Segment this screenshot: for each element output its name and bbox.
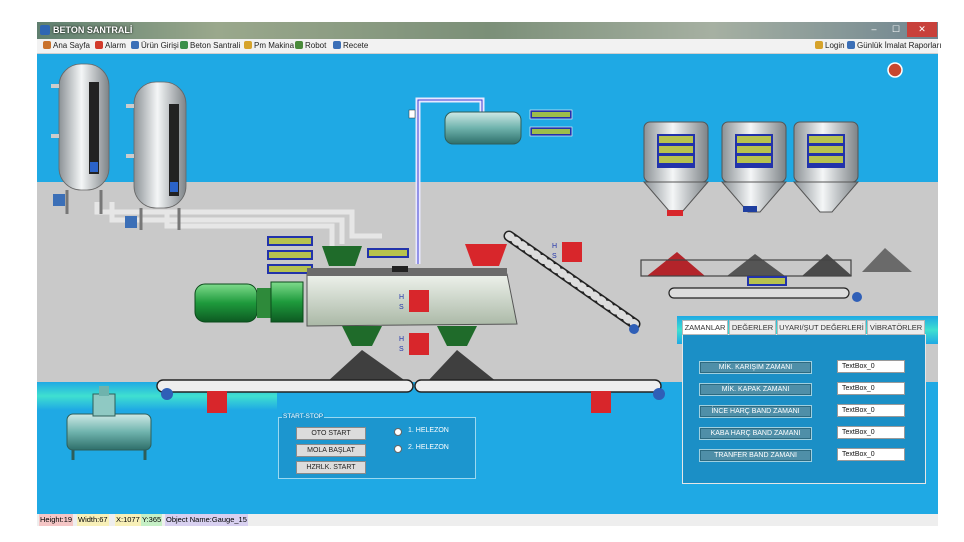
menu-item-robot[interactable]: Robot — [295, 41, 326, 50]
menu-item-urun-girisi[interactable]: Ürün Girişi — [131, 41, 179, 50]
tranfer-band-zamani-field[interactable]: TextBox_0 — [837, 448, 905, 461]
menu-item-ana-sayfa[interactable]: Ana Sayfa — [43, 41, 90, 50]
tab-zamanlar[interactable]: ZAMANLAR — [682, 320, 728, 335]
alarm-icon — [95, 41, 103, 49]
status-y: Y:365 — [141, 514, 163, 526]
kaba-harc-band-zamani-button[interactable]: KABA HARÇ BAND ZAMANI — [699, 427, 812, 440]
status-bar: Height:19 Width:67 X:1077 Y:365 Object N… — [37, 514, 938, 526]
mik-karisim-zamani-button[interactable]: MİK. KARIŞIM ZAMANI — [699, 361, 812, 374]
status-x: X:1077 — [115, 514, 141, 526]
mola-baslat-button[interactable]: MOLA BAŞLAT — [296, 444, 366, 457]
mixer-s-label-1: S — [399, 304, 404, 311]
recipe-icon — [333, 41, 341, 49]
menu-item-pm-makina[interactable]: Pm Makina — [244, 41, 294, 50]
title-bar: BETON SANTRALİ – ☐ ✕ — [37, 22, 938, 39]
product-entry-icon — [131, 41, 139, 49]
minimize-button[interactable]: – — [863, 22, 885, 37]
menu-item-recete[interactable]: Recete — [333, 41, 368, 50]
menu-item-login[interactable]: Login — [815, 41, 845, 50]
menu-bar: Ana Sayfa Alarm Ürün Girişi Beton Santra… — [37, 39, 941, 54]
helezon-2-radio[interactable] — [394, 445, 402, 453]
conveyor-h-label: H — [552, 243, 558, 250]
robot-icon — [295, 41, 303, 49]
app-icon — [40, 25, 50, 35]
tab-uyari-sut-degerleri[interactable]: UYARI/ŞUT DEĞERLERİ — [777, 320, 866, 335]
ince-harc-band-zamani-button[interactable]: İNCE HARÇ BAND ZAMANI — [699, 405, 812, 418]
mik-karisim-zamani-field[interactable]: TextBox_0 — [837, 360, 905, 373]
menu-item-gunluk-imalat-raporlari[interactable]: Günlük İmalat Raporları — [847, 41, 941, 50]
hzrlk-start-button[interactable]: HZRLK. START — [296, 461, 366, 474]
mixer-h-label-1: H — [399, 294, 405, 301]
settings-icon[interactable] — [887, 62, 903, 78]
status-height: Height:19 — [39, 514, 74, 526]
mik-kapak-zamani-field[interactable]: TextBox_0 — [837, 382, 905, 395]
menu-item-alarm[interactable]: Alarm — [95, 41, 126, 50]
mixer-s-label-2: S — [399, 346, 404, 353]
window-title: BETON SANTRALİ — [53, 25, 133, 35]
cement-hopper — [322, 246, 362, 266]
status-width: Width:67 — [77, 514, 109, 526]
start-stop-title: START-STOP — [282, 413, 325, 420]
menu-item-beton-santrali[interactable]: Beton Santrali — [180, 41, 240, 50]
tab-degerler[interactable]: DEĞERLER — [729, 320, 776, 335]
ince-harc-band-zamani-field[interactable]: TextBox_0 — [837, 404, 905, 417]
mixer-sensor-hs-2 — [409, 333, 429, 355]
tab-vibratorler[interactable]: VİBRATÖRLER — [867, 320, 925, 335]
aggregate-belt — [668, 287, 850, 299]
bottom-belt-right — [414, 379, 665, 400]
application-window: BETON SANTRALİ – ☐ ✕ Ana Sayfa Alarm Ürü… — [0, 0, 964, 542]
belt-sensor-left — [207, 391, 227, 413]
plant-view: H S H S H S ZAMANLAR DEĞERLER UYARI/ŞUT … — [37, 54, 938, 514]
mixer-motor — [194, 281, 304, 323]
helezon-2-label: 2. HELEZON — [408, 444, 449, 451]
belt-sensor-right — [591, 391, 611, 413]
kaba-harc-band-zamani-field[interactable]: TextBox_0 — [837, 426, 905, 439]
mixer-sensor-hs-1 — [409, 290, 429, 312]
status-object-name: Object Name:Gauge_15 — [165, 514, 248, 526]
oto-start-button[interactable]: OTO START — [296, 427, 366, 440]
mik-kapak-zamani-button[interactable]: MİK. KAPAK ZAMANI — [699, 383, 812, 396]
belt-motor-right — [852, 292, 862, 302]
report-icon — [847, 41, 855, 49]
conveyor-s-label: S — [552, 253, 557, 260]
conveyor-sensor-hs — [562, 242, 582, 262]
concrete-plant-icon — [180, 41, 188, 49]
maximize-button[interactable]: ☐ — [885, 22, 907, 37]
mixer-h-label-2: H — [399, 336, 405, 343]
key-icon — [815, 41, 823, 49]
close-button[interactable]: ✕ — [907, 22, 937, 37]
machine-icon — [244, 41, 252, 49]
water-tank — [444, 109, 573, 145]
helezon-1-label: 1. HELEZON — [408, 427, 449, 434]
tranfer-band-zamani-button[interactable]: TRANFER BAND ZAMANI — [699, 449, 812, 462]
helezon-1-radio[interactable] — [394, 428, 402, 436]
home-icon — [43, 41, 51, 49]
